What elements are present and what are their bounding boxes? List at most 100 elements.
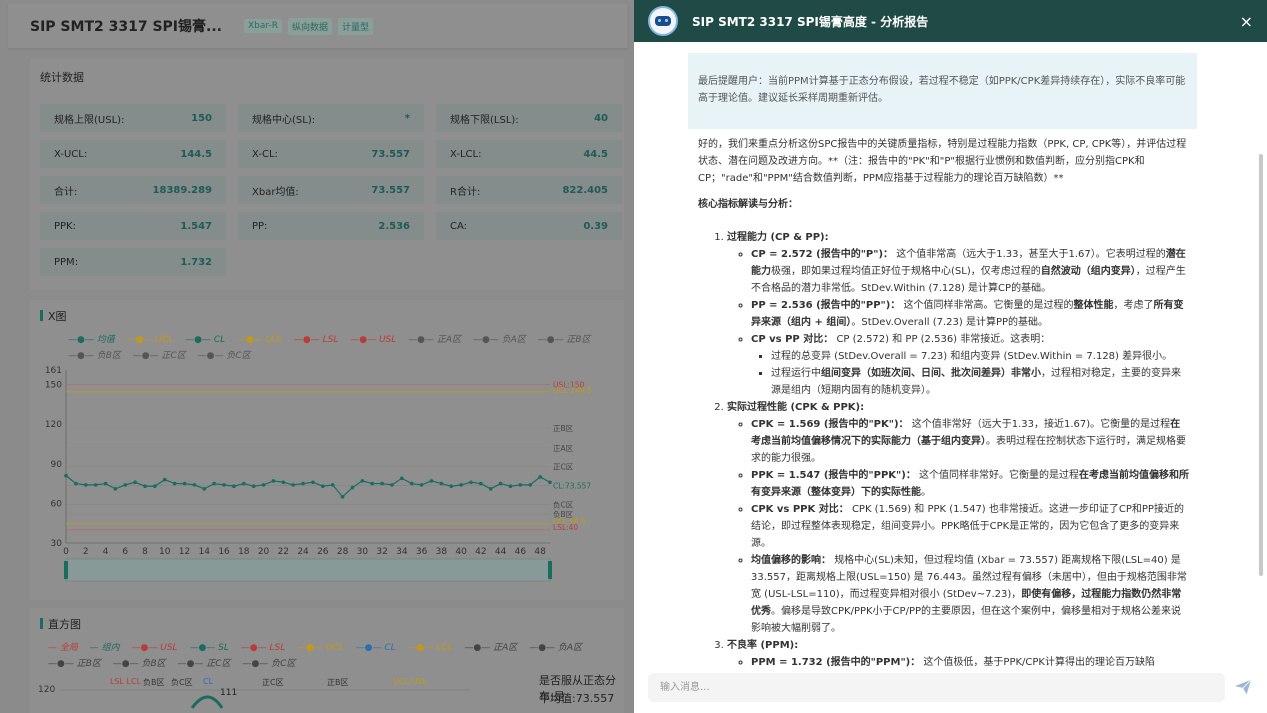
stat-ppm: PPM: 1.732 bbox=[40, 248, 226, 276]
data-point bbox=[261, 483, 266, 487]
data-point bbox=[409, 481, 414, 486]
stat-x-lcl: X-LCL: 44.5 bbox=[436, 140, 622, 168]
data-point bbox=[64, 473, 68, 478]
stat-ca: CA: 0.39 bbox=[436, 212, 622, 240]
y-tick-label: 30 bbox=[51, 539, 63, 549]
line-label: 正B区 bbox=[553, 424, 574, 433]
stat-total: 合计: 18389.289 bbox=[40, 176, 226, 204]
data-point bbox=[162, 477, 167, 482]
data-point bbox=[133, 480, 137, 485]
analysis-report-panel: SIP SMT2 3317 SPI锡膏高度 - 分析报告 × 最后提醒用户：当前… bbox=[634, 0, 1267, 713]
tag-data-direction: 纵向数据 bbox=[287, 17, 332, 35]
x-tick-label: 48 bbox=[534, 547, 546, 557]
data-point bbox=[518, 483, 523, 487]
x-tick-label: 2 bbox=[83, 547, 89, 557]
data-point bbox=[538, 475, 542, 479]
x-tick-label: 10 bbox=[159, 547, 171, 557]
data-point bbox=[449, 484, 454, 489]
stat-x-cl: X-CL: 73.557 bbox=[238, 140, 424, 168]
y-tick-label: 60 bbox=[51, 499, 63, 509]
x-tick-label: 0 bbox=[63, 547, 69, 557]
reminder-note: 最后提醒用户：当前PPM计算基于正态分布假设，若过程不稳定（如PPK/CPK差异… bbox=[688, 53, 1197, 129]
intro-text: 好的，我们来重点分析这份SPC报告中的关键质量指标，特别是过程能力指数（PPK,… bbox=[698, 139, 1187, 184]
stat-lsl: 规格下限(LSL): 40 bbox=[436, 104, 622, 132]
x-chart-svg: 3060901201501610 2 4 6 8 10 12 14 16 18 20 22 24 26 28… bbox=[45, 366, 592, 582]
series-line-mean bbox=[65, 475, 551, 498]
data-point bbox=[400, 476, 404, 481]
data-point bbox=[83, 483, 88, 487]
panel-header: SIP SMT2 3317 SPI锡膏高度 - 分析报告 × bbox=[634, 0, 1267, 42]
data-point bbox=[439, 481, 444, 486]
x-chart-card: X图 —●— 均值 —●— UCL —●— CL —●— LCL —●— LSL… bbox=[30, 300, 624, 600]
send-icon[interactable] bbox=[1234, 678, 1252, 696]
data-point bbox=[202, 487, 207, 491]
x-tick-label: 26 bbox=[317, 547, 329, 557]
data-point bbox=[232, 484, 236, 489]
message-area: 最后提醒用户：当前PPM计算基于正态分布假设，若过程不稳定（如PPK/CPK差异… bbox=[634, 42, 1267, 670]
data-point bbox=[508, 484, 513, 489]
data-point bbox=[281, 480, 286, 485]
list-item: PPK = 1.547 (报告中的"PPK")： 这个值同样非常好。它衡量的是过… bbox=[751, 467, 1190, 501]
data-point bbox=[498, 481, 503, 486]
data-point bbox=[488, 487, 493, 491]
histogram-svg bbox=[60, 689, 470, 709]
message-input[interactable]: 输入消息... bbox=[648, 673, 1225, 702]
x-tick-label: 28 bbox=[337, 547, 349, 557]
stat-sl: 规格中心(SL): * bbox=[238, 104, 424, 132]
x-tick-label: 46 bbox=[515, 547, 527, 557]
section-heading: 核心指标解读与分析： bbox=[698, 199, 798, 210]
x-tick-label: 6 bbox=[122, 547, 128, 557]
data-point bbox=[340, 494, 345, 499]
list-item: 过程运行中组间变异（如班次间、日间、批次间差异）非常小，过程相对稳定，主要的变异… bbox=[771, 365, 1190, 399]
y-tick-label: 161 bbox=[45, 366, 62, 376]
stat-pp: PP: 2.536 bbox=[238, 212, 424, 240]
line-label: LSL:40 bbox=[553, 523, 578, 532]
stat-usl: 规格上限(USL): 150 bbox=[40, 104, 226, 132]
x-tick-label: 20 bbox=[258, 547, 270, 557]
list-item: PPM = 1.732 (报告中的"PPM")： 这个值极低，基于PPK/CPK… bbox=[751, 654, 1190, 670]
report-body: 好的，我们来重点分析这份SPC报告中的关键质量指标，特别是过程能力指数（PPK,… bbox=[698, 136, 1190, 670]
list-item: CP vs PP 对比： CP (2.572) 和 PP (2.536) 非常接… bbox=[751, 331, 1190, 399]
data-point bbox=[192, 483, 197, 487]
list-item: 过程能力 (CP & PP): CP = 2.572 (报告中的"P")： 这个… bbox=[727, 229, 1190, 399]
x-tick-label: 16 bbox=[218, 547, 230, 557]
data-point bbox=[528, 483, 533, 487]
line-label: 负C区 bbox=[553, 500, 574, 510]
h-peak-label: 111 bbox=[220, 688, 238, 698]
x-tick-label: 4 bbox=[103, 547, 109, 557]
x-tick-label: 34 bbox=[396, 547, 408, 557]
stat-x-ucl: X-UCL: 144.5 bbox=[40, 140, 226, 168]
zoom-handle-left bbox=[64, 561, 68, 579]
data-point bbox=[321, 484, 325, 489]
data-point bbox=[251, 484, 256, 489]
close-icon[interactable]: × bbox=[1240, 12, 1253, 31]
data-point bbox=[222, 483, 226, 487]
x-tick-label: 22 bbox=[278, 547, 289, 557]
x-tick-label: 18 bbox=[238, 547, 250, 557]
panel-title: SIP SMT2 3317 SPI锡膏高度 - 分析报告 bbox=[692, 14, 929, 29]
scrollbar[interactable] bbox=[1259, 154, 1263, 576]
data-point bbox=[360, 479, 365, 483]
data-point bbox=[212, 481, 216, 486]
data-point bbox=[330, 483, 335, 487]
y-tick-label: 150 bbox=[45, 381, 62, 391]
robot-avatar-icon bbox=[648, 6, 678, 36]
data-point bbox=[182, 481, 187, 486]
metric-list: 过程能力 (CP & PP): CP = 2.572 (报告中的"P")： 这个… bbox=[698, 229, 1190, 670]
data-point bbox=[419, 483, 424, 487]
mean-text: 平均值:73.557 bbox=[539, 692, 615, 705]
data-point bbox=[123, 483, 128, 487]
data-point bbox=[469, 480, 473, 485]
data-point bbox=[370, 481, 375, 486]
data-point bbox=[301, 481, 305, 486]
data-point bbox=[380, 481, 384, 486]
zoom-slider bbox=[65, 558, 551, 582]
data-point bbox=[390, 483, 394, 487]
x-tick-label: 44 bbox=[495, 547, 507, 557]
data-point bbox=[429, 479, 434, 483]
list-item: 过程的总变异 (StDev.Overall = 7.23) 和组内变异 (StD… bbox=[771, 348, 1190, 365]
list-item: PP = 2.536 (报告中的"PP")： 这个值同样非常高。它衡量的是过程的… bbox=[751, 297, 1190, 331]
line-label: 正A区 bbox=[553, 444, 574, 453]
x-tick-label: 36 bbox=[416, 547, 428, 557]
h-curve bbox=[190, 695, 224, 709]
